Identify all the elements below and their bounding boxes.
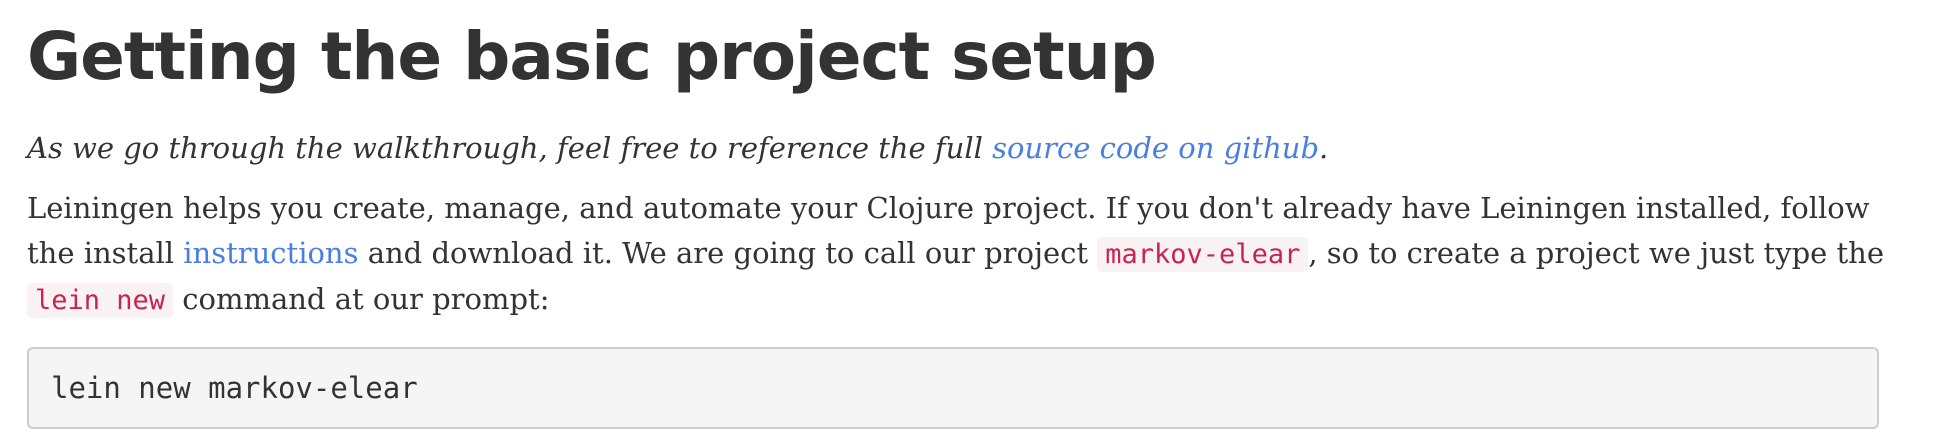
body-text-3: , so to create a project we just type th… [1308,236,1885,270]
inline-code-command: lein new [27,283,174,318]
intro-paragraph: As we go through the walkthrough, feel f… [27,126,1925,170]
intro-suffix: . [1319,131,1329,165]
body-paragraph: Leiningen helps you create, manage, and … [27,186,1925,323]
inline-code-project-name: markov-elear [1097,237,1309,272]
code-block[interactable]: lein new markov-elear [27,347,1879,429]
article-content: Getting the basic project setup As we go… [27,0,1925,429]
page-title: Getting the basic project setup [27,18,1157,95]
instructions-link[interactable]: instructions [183,236,358,270]
body-text-2: and download it. We are going to call ou… [358,236,1098,270]
intro-text: As we go through the walkthrough, feel f… [27,131,993,165]
body-text-4: command at our prompt: [173,282,550,316]
source-code-link[interactable]: source code on github [992,131,1319,165]
